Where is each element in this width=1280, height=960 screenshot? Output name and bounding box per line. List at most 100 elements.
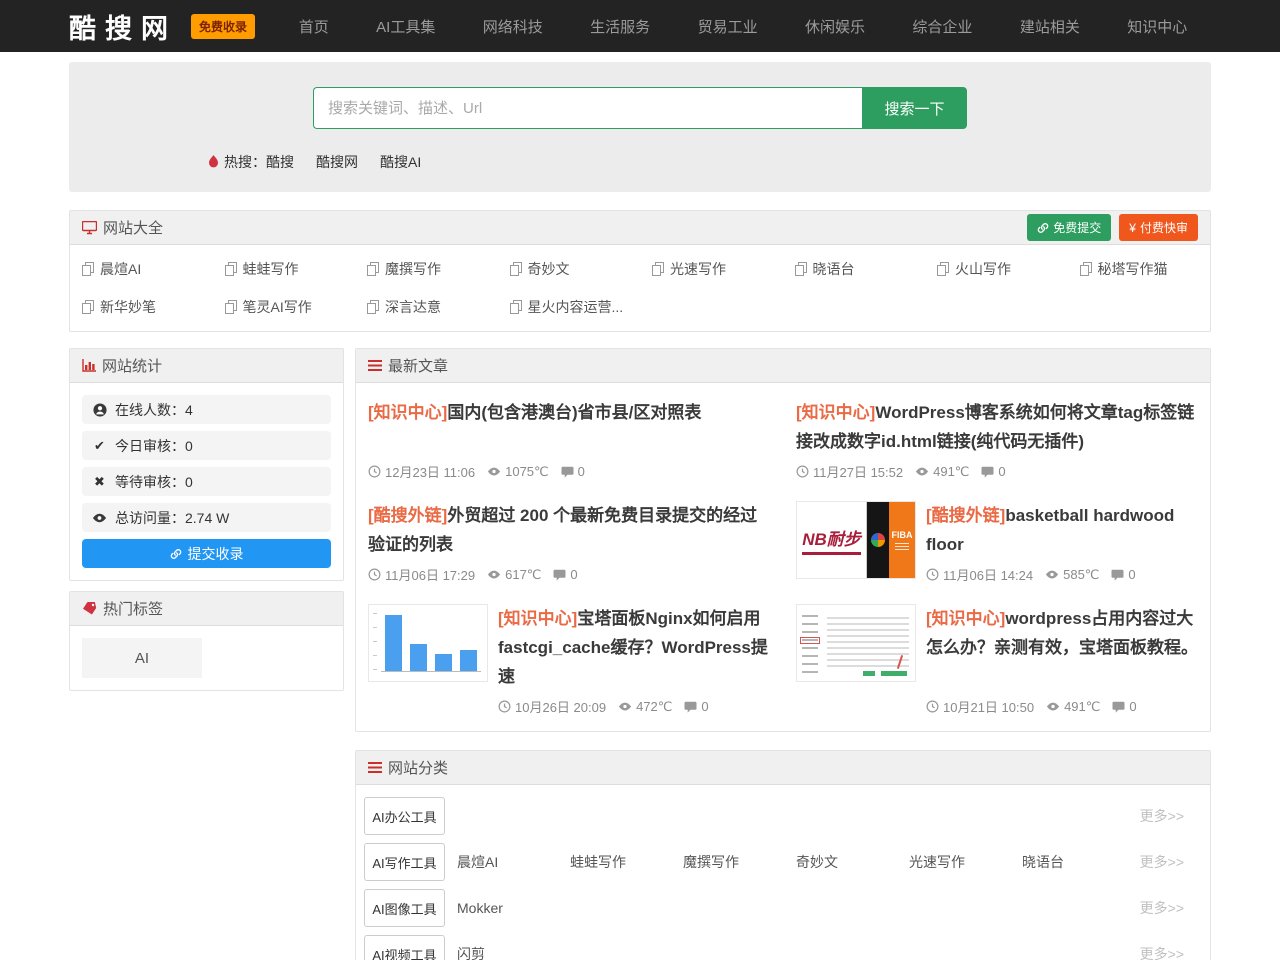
- hot-term[interactable]: 酷搜: [266, 152, 294, 172]
- article-title[interactable]: [知识中心]国内(包含港澳台)省市县/区对照表: [368, 398, 770, 427]
- nav-item-enterprise[interactable]: 综合企业: [912, 16, 972, 37]
- clock-icon: [368, 568, 381, 581]
- category-label-ai-video[interactable]: AI视频工具: [364, 935, 445, 960]
- article-title[interactable]: [酷搜外链]外贸超过 200 个最新免费目录提交的经过验证的列表: [368, 501, 770, 559]
- submit-site-button[interactable]: 提交收录: [82, 539, 331, 568]
- site-link[interactable]: 奇妙文: [498, 250, 641, 288]
- nb-brand-text: NB耐步: [802, 525, 861, 555]
- paid-review-button[interactable]: ¥ 付费快审: [1119, 214, 1198, 241]
- search-button[interactable]: 搜索一下: [862, 87, 967, 129]
- site-link[interactable]: 星火内容运营...: [498, 288, 641, 326]
- nav-item-entertainment[interactable]: 休闲娱乐: [805, 16, 865, 37]
- nav-item-life-services[interactable]: 生活服务: [590, 16, 650, 37]
- tag-icon: [82, 602, 97, 615]
- nav-item-ai-tools[interactable]: AI工具集: [376, 16, 435, 37]
- fire-icon: [208, 155, 219, 169]
- article-views: 617℃: [505, 567, 541, 583]
- search-input[interactable]: [313, 87, 862, 129]
- article-title[interactable]: [知识中心]wordpress占用内容过大怎么办？亲测有效，宝塔面板教程。: [926, 604, 1198, 662]
- copy-icon: [510, 300, 522, 314]
- list-icon: [368, 762, 382, 773]
- article-item: [酷搜外链]外贸超过 200 个最新免费目录提交的经过验证的列表 11月06日 …: [360, 491, 778, 594]
- category-site[interactable]: 魔撰写作: [683, 852, 796, 872]
- basketball-icon: [871, 533, 885, 547]
- panel-title: 热门标签: [103, 598, 163, 619]
- free-submit-button[interactable]: 免费提交: [1027, 214, 1111, 241]
- copy-icon: [937, 262, 949, 276]
- comment-icon: [981, 466, 994, 478]
- hot-term[interactable]: 酷搜AI: [380, 152, 421, 172]
- article-date: 11月27日 15:52: [813, 462, 903, 481]
- free-submit-badge[interactable]: 免费收录: [191, 14, 255, 39]
- article-views: 1075℃: [505, 464, 549, 480]
- comment-icon: [553, 569, 566, 581]
- category-label-ai-writing[interactable]: AI写作工具: [364, 843, 445, 881]
- category-site[interactable]: 蛙蛙写作: [570, 852, 683, 872]
- site-logo[interactable]: 酷搜网: [69, 7, 177, 46]
- site-link[interactable]: 秘塔写作猫: [1068, 250, 1211, 288]
- category-row: AI写作工具 晨煊AI 蛙蛙写作 魔撰写作 奇妙文 光速写作 晓语台 更多>>: [364, 843, 1202, 881]
- nav-item-knowledge[interactable]: 知识中心: [1127, 16, 1187, 37]
- article-item: [知识中心]WordPress博客系统如何将文章tag标签链接改成数字id.ht…: [788, 388, 1206, 491]
- check-icon: ✔: [92, 438, 107, 454]
- site-link[interactable]: 魔撰写作: [355, 250, 498, 288]
- clock-icon: [926, 568, 939, 581]
- list-icon: [368, 360, 382, 371]
- category-row: AI办公工具 更多>>: [364, 797, 1202, 835]
- copy-icon: [367, 300, 379, 314]
- site-link[interactable]: 蛙蛙写作: [213, 250, 356, 288]
- article-date: 11月06日 14:24: [943, 565, 1033, 584]
- top-navbar: 酷搜网 免费收录 首页 AI工具集 网络科技 生活服务 贸易工业 休闲娱乐 综合…: [0, 0, 1280, 52]
- site-link[interactable]: 火山写作: [925, 250, 1068, 288]
- user-icon: [92, 403, 107, 417]
- article-thumbnail-bar-chart[interactable]: [368, 604, 488, 682]
- category-site[interactable]: 闪剪: [457, 944, 570, 960]
- comment-icon: [561, 466, 574, 478]
- article-item: [知识中心]wordpress占用内容过大怎么办？亲测有效，宝塔面板教程。 10…: [788, 594, 1206, 726]
- category-site[interactable]: 光速写作: [909, 852, 1022, 872]
- more-link[interactable]: 更多>>: [1140, 898, 1202, 918]
- site-link[interactable]: 晨煊AI: [70, 250, 213, 288]
- more-link[interactable]: 更多>>: [1140, 944, 1202, 960]
- nav-item-site-building[interactable]: 建站相关: [1020, 16, 1080, 37]
- article-thumbnail-nb-logo[interactable]: NB耐步 FIBA: [796, 501, 916, 579]
- eye-icon: [1045, 570, 1059, 579]
- site-link[interactable]: 深言达意: [355, 288, 498, 326]
- nav-item-network-tech[interactable]: 网络科技: [483, 16, 543, 37]
- category-site[interactable]: 晨煊AI: [457, 852, 570, 872]
- eye-icon: [915, 467, 929, 476]
- stat-online-users: 在线人数：4: [82, 395, 331, 424]
- category-label-ai-office[interactable]: AI办公工具: [364, 797, 445, 835]
- category-site[interactable]: 晓语台: [1022, 852, 1135, 872]
- site-link[interactable]: 晓语台: [783, 250, 926, 288]
- stat-pending-review: ✖ 等待审核：0: [82, 467, 331, 496]
- tag-ai[interactable]: AI: [82, 638, 202, 678]
- site-link[interactable]: 笔灵AI写作: [213, 288, 356, 326]
- nav-item-home[interactable]: 首页: [299, 16, 329, 37]
- stat-approved-today: ✔ 今日审核：0: [82, 431, 331, 460]
- category-site[interactable]: Mokker: [457, 900, 570, 916]
- copy-icon: [795, 262, 807, 276]
- article-title[interactable]: [知识中心]WordPress博客系统如何将文章tag标签链接改成数字id.ht…: [796, 398, 1198, 456]
- site-link[interactable]: 光速写作: [640, 250, 783, 288]
- article-title[interactable]: [知识中心]宝塔面板Nginx如何启用 fastcgi_cache缓存？Word…: [498, 604, 770, 691]
- clock-icon: [368, 465, 381, 478]
- clock-icon: [498, 700, 511, 713]
- article-comments: 0: [998, 464, 1005, 479]
- eye-icon: [1046, 702, 1060, 711]
- site-link[interactable]: 新华妙笔: [70, 288, 213, 326]
- article-comments: 0: [1128, 567, 1135, 582]
- article-title[interactable]: [酷搜外链]basketball hardwood floor: [926, 501, 1198, 559]
- category-site[interactable]: 奇妙文: [796, 852, 909, 872]
- more-link[interactable]: 更多>>: [1140, 806, 1202, 826]
- more-link[interactable]: 更多>>: [1140, 852, 1202, 872]
- site-stats-panel: 网站统计 在线人数：4 ✔ 今日审核：0 ✖ 等待审: [69, 348, 344, 581]
- category-label-ai-image[interactable]: AI图像工具: [364, 889, 445, 927]
- article-views: 491℃: [933, 464, 969, 480]
- eye-icon: [487, 467, 501, 476]
- panel-title: 网站分类: [388, 757, 448, 778]
- article-thumbnail-admin-screenshot[interactable]: [796, 604, 916, 682]
- hot-term[interactable]: 酷搜网: [316, 152, 358, 172]
- nav-item-trade-industry[interactable]: 贸易工业: [698, 16, 758, 37]
- clock-icon: [926, 700, 939, 713]
